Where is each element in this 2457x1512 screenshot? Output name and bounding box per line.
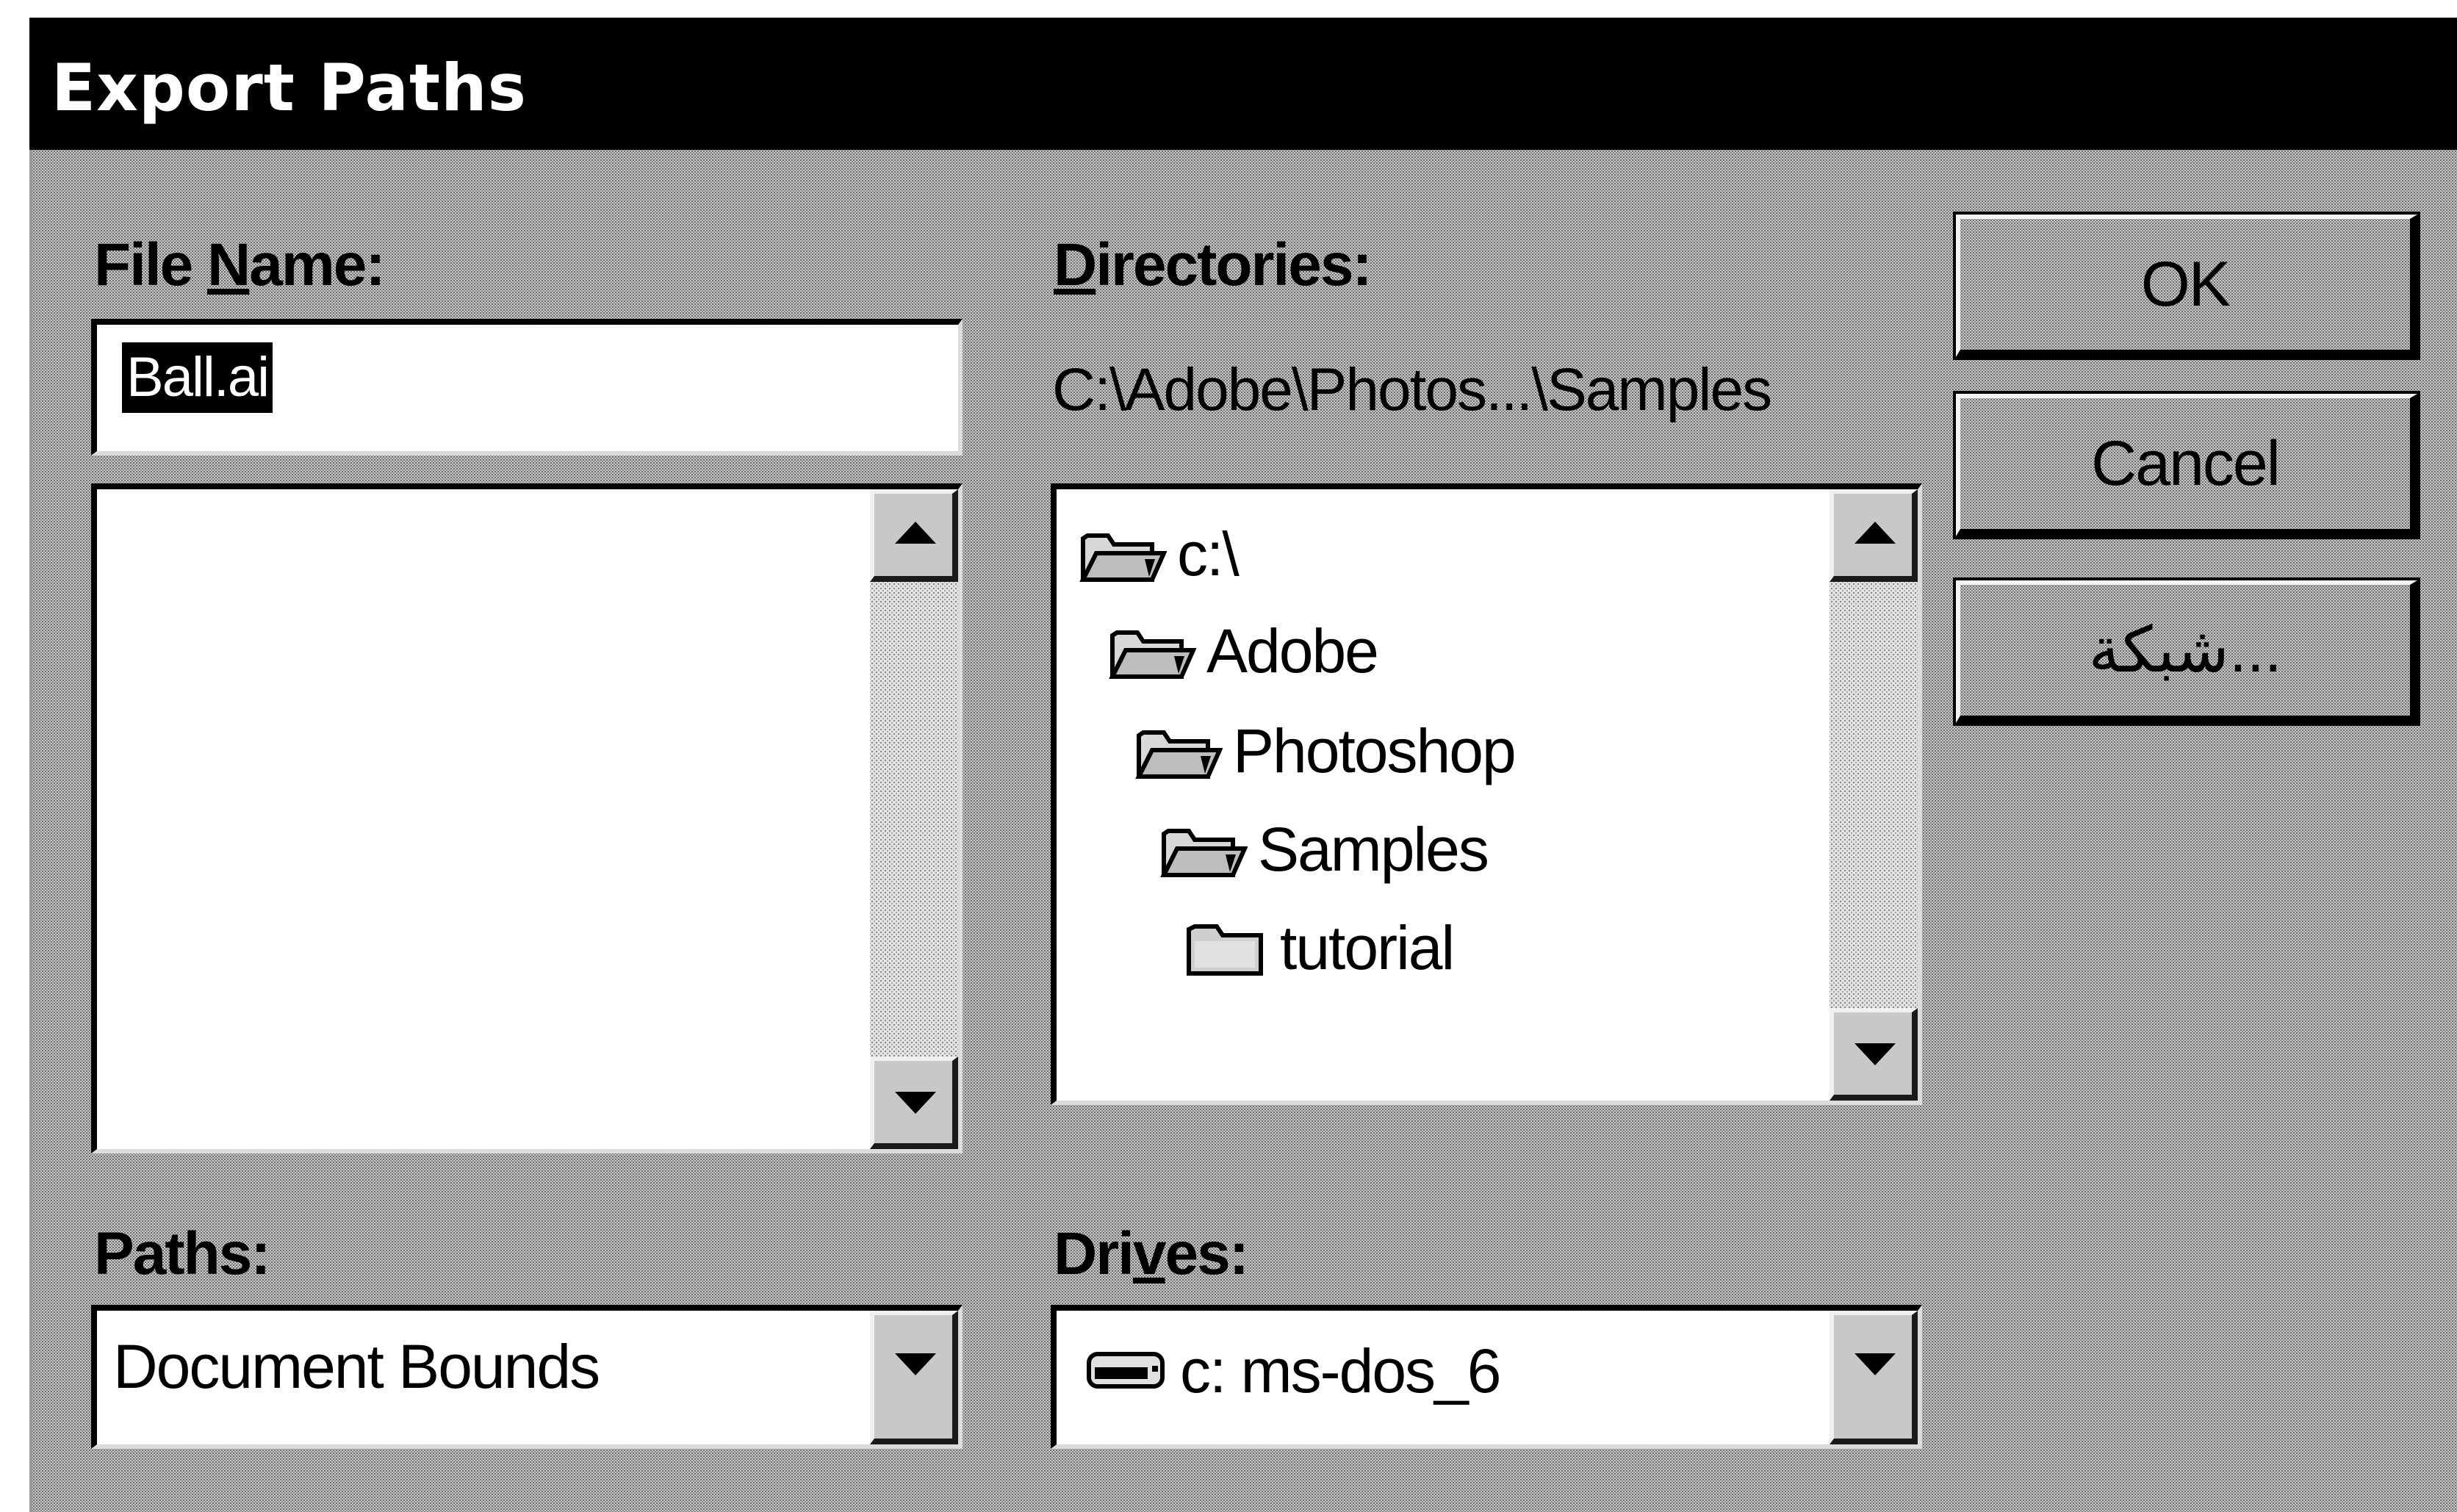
arrow-up-icon <box>1855 522 1896 544</box>
directory-item-photoshop[interactable]: Photoshop <box>1134 716 1517 787</box>
directory-item-label: c:\ <box>1177 519 1240 588</box>
drives-dropdown-button[interactable] <box>1830 1311 1918 1444</box>
directory-item-samples[interactable]: Samples <box>1159 814 1489 885</box>
open-folder-icon <box>1160 828 1248 877</box>
file-list-scroll-down-button[interactable] <box>870 1056 958 1149</box>
paths-dropdown[interactable]: Document Bounds <box>91 1305 963 1449</box>
paths-label: Paths: <box>94 1220 271 1287</box>
paths-dropdown-button[interactable] <box>870 1311 958 1444</box>
drives-label: Drives: <box>1054 1220 1249 1287</box>
chevron-down-icon <box>1855 1353 1896 1375</box>
directory-item-label: Samples <box>1258 815 1489 884</box>
open-folder-icon <box>1109 630 1196 679</box>
directory-scroll-up-button[interactable] <box>1830 489 1918 582</box>
current-directory-path: C:\Adobe\Photos...\Samples <box>1052 356 1772 423</box>
directories-label: Directories: <box>1054 231 1373 298</box>
title-bar[interactable]: Export Paths <box>29 18 2457 150</box>
arrow-down-icon <box>1855 1043 1896 1065</box>
network-button[interactable]: شبكة... <box>1953 577 2420 726</box>
directory-item-label: Adobe <box>1206 616 1379 685</box>
window-title: Export Paths <box>51 50 528 126</box>
directory-item-root[interactable]: c:\ <box>1079 519 1240 590</box>
directory-item-tutorial[interactable]: tutorial <box>1181 912 1455 984</box>
open-folder-icon <box>1135 730 1223 779</box>
directory-item-label: tutorial <box>1280 913 1455 982</box>
drives-selected-value: c: ms-dos_6 <box>1180 1336 1501 1405</box>
export-paths-dialog: Export Paths File Name: Ball.ai Director… <box>29 18 2457 1512</box>
hard-drive-icon <box>1087 1351 1165 1389</box>
open-folder-icon <box>1079 533 1167 582</box>
file-list-scrollbar[interactable] <box>870 489 958 1149</box>
file-list[interactable] <box>91 483 963 1153</box>
file-list-scroll-up-button[interactable] <box>870 489 958 582</box>
file-name-value: Ball.ai <box>122 342 273 413</box>
directory-scroll-down-button[interactable] <box>1830 1008 1918 1101</box>
cancel-button[interactable]: Cancel <box>1953 391 2420 539</box>
file-name-label: File Name: <box>94 231 386 298</box>
directory-item-adobe[interactable]: Adobe <box>1108 616 1379 687</box>
directory-tree[interactable]: c:\ Adobe Photoshop Samples tutorial <box>1051 483 1922 1105</box>
arrow-up-icon <box>895 522 936 544</box>
ok-button[interactable]: OK <box>1953 212 2420 360</box>
file-name-input[interactable]: Ball.ai <box>91 319 963 456</box>
drives-selected-item: c: ms-dos_6 <box>1086 1336 1501 1407</box>
directory-tree-scrollbar[interactable] <box>1830 489 1918 1101</box>
closed-folder-icon <box>1187 924 1263 976</box>
drives-dropdown[interactable]: c: ms-dos_6 <box>1051 1305 1922 1449</box>
directory-item-label: Photoshop <box>1233 716 1517 785</box>
chevron-down-icon <box>895 1353 936 1375</box>
arrow-down-icon <box>895 1092 936 1114</box>
paths-selected-value: Document Bounds <box>113 1332 600 1401</box>
